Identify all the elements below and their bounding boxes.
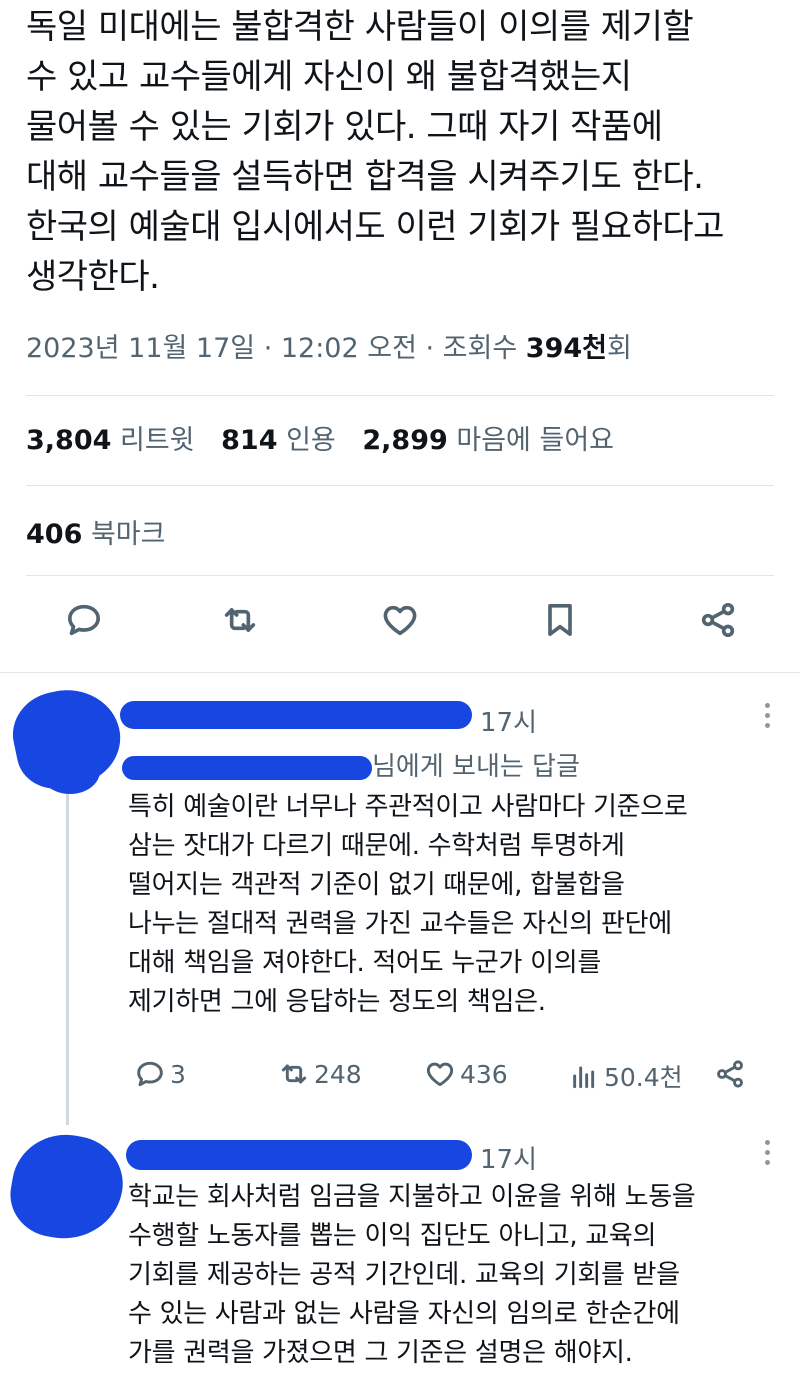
- engagement-stats: 3,804 리트윗 814 인용 2,899 마음에 들어요: [26, 418, 632, 457]
- bookmarks-label: 북마크: [90, 519, 166, 550]
- redacted-handle: [122, 756, 372, 780]
- tweet-meta: 2023년 11월 17일 · 12:02 오전 · 조회수 394천회: [26, 326, 632, 365]
- retweet-icon: [281, 1064, 307, 1084]
- retweet-icon[interactable]: [220, 600, 264, 644]
- likes-count: 2,899: [362, 425, 448, 456]
- quotes-label: 인용: [286, 425, 336, 456]
- reply-action-bar: 3 248 436 50.4천: [0, 1058, 800, 1094]
- reply-line: 나누는 절대적 권력을 가진 교수들은 자신의 판단에: [128, 909, 672, 939]
- bookmarks-count: 406: [26, 519, 83, 550]
- analytics-icon: [573, 1066, 595, 1089]
- tweet-body: 독일 미대에는 불합격한 사람들이 이의를 제기할 수 있고 교수들에게 자신이…: [26, 2, 791, 302]
- tweet-views-suffix: 회: [606, 333, 632, 364]
- share-icon: [717, 1060, 743, 1088]
- tweet-views-count: 394천: [525, 333, 607, 364]
- retweet-button[interactable]: 248: [278, 1058, 362, 1090]
- retweets-count: 3,804: [26, 425, 112, 456]
- reply-line: 수행할 노동자를 뽑는 이익 집단도 아니고, 교육의: [128, 1221, 657, 1251]
- reply-line: 학교는 회사처럼 임금을 지불하고 이윤을 위해 노동을: [128, 1182, 696, 1212]
- views-button[interactable]: 50.4천: [568, 1058, 683, 1094]
- reply-line: 수 있는 사람과 없는 사람을 자신의 임의로 한순간에: [128, 1299, 680, 1329]
- replying-to: 님에게 보내는 답글: [372, 752, 580, 782]
- reply-line: 특히 예술이란 너무나 주관적이고 사람마다 기준으로: [128, 792, 688, 822]
- reply-button[interactable]: 3: [134, 1058, 186, 1090]
- tweet-line: 생각한다.: [26, 257, 160, 297]
- reply-line: 가를 권력을 가졌으면 그 기준은 설명은 해야지.: [128, 1338, 633, 1368]
- reply-body: 특히 예술이란 너무나 주관적이고 사람마다 기준으로 삼는 잣대가 다르기 때…: [128, 788, 688, 1022]
- heart-icon[interactable]: [380, 600, 424, 644]
- tweet-action-bar: [0, 600, 800, 650]
- avatar[interactable]: [3, 1126, 131, 1248]
- views-count: 50.4천: [604, 1063, 683, 1092]
- like-button[interactable]: 436: [424, 1058, 508, 1090]
- reply-line: 기회를 제공하는 공적 기간인데. 교육의 기회를 받을: [128, 1260, 680, 1290]
- reply-time: 17시: [480, 1145, 538, 1175]
- bookmark-icon[interactable]: [540, 600, 584, 644]
- heart-icon: [426, 1062, 454, 1087]
- redacted-username: [126, 1140, 472, 1170]
- reply-time: 17시: [480, 708, 538, 738]
- divider: [26, 395, 774, 396]
- likes-label: 마음에 들어요: [456, 425, 614, 456]
- retweets-stat[interactable]: 3,804 리트윗: [26, 425, 213, 456]
- reply-line: 제기하면 그에 응답하는 정도의 책임은.: [128, 987, 546, 1017]
- tweet-line: 수 있고 교수들에게 자신이 왜 불합격했는지: [26, 57, 632, 97]
- share-icon[interactable]: [698, 600, 742, 644]
- divider: [26, 485, 774, 486]
- tweet-line: 한국의 예술대 입시에서도 이런 기회가 필요하다고: [26, 207, 724, 247]
- tweet-line: 물어볼 수 있는 기회가 있다. 그때 자기 작품에: [26, 107, 663, 147]
- divider: [26, 575, 774, 576]
- reply-line: 대해 책임을 져야한다. 적어도 누군가 이의를: [128, 948, 601, 978]
- reply-icon: [137, 1061, 163, 1087]
- reply-line: 떨어지는 객관적 기준이 없기 때문에, 합불합을: [128, 870, 625, 900]
- reply-line: 삼는 잣대가 다르기 때문에. 수학처럼 투명하게: [128, 831, 625, 861]
- like-count: 436: [460, 1059, 508, 1089]
- bookmarks-stat[interactable]: 406 북마크: [26, 512, 166, 551]
- reply-body: 학교는 회사처럼 임금을 지불하고 이윤을 위해 노동을 수행할 노동자를 뽑는…: [128, 1178, 696, 1373]
- retweet-count: 248: [314, 1059, 362, 1089]
- more-options-icon[interactable]: [764, 1140, 772, 1170]
- reply-icon[interactable]: [64, 600, 108, 644]
- reply-count: 3: [170, 1059, 186, 1089]
- redacted-username: [120, 701, 472, 729]
- divider: [0, 672, 800, 673]
- quotes-stat[interactable]: 814 인용: [221, 425, 354, 456]
- tweet-line: 대해 교수들을 설득하면 합격을 시켜주기도 한다.: [26, 157, 704, 197]
- likes-stat[interactable]: 2,899 마음에 들어요: [362, 425, 632, 456]
- avatar: [40, 748, 100, 794]
- tweet-date[interactable]: 2023년 11월 17일 · 12:02 오전 · 조회수: [26, 333, 526, 364]
- tweet-line: 독일 미대에는 불합격한 사람들이 이의를 제기할: [26, 7, 694, 47]
- quotes-count: 814: [221, 425, 278, 456]
- more-options-icon[interactable]: [764, 703, 772, 733]
- share-button[interactable]: [714, 1058, 746, 1090]
- retweets-label: 리트윗: [120, 425, 195, 456]
